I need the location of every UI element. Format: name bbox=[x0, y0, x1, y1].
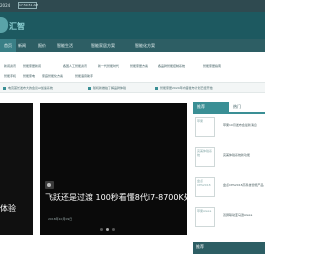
article-thumbnail[interactable]: 苹果Alexa bbox=[195, 207, 215, 227]
sub-nav-link[interactable]: 各品牌智能控制系统 bbox=[158, 64, 185, 68]
news-ticker: 电竞首长发布大的会议AI加速系统 随机新推拍了解品牌体验 智能家居2024年内容… bbox=[0, 82, 265, 93]
ticker-item[interactable]: 电竞首长发布大的会议AI加速系统 bbox=[3, 86, 53, 90]
carousel-dot[interactable] bbox=[100, 228, 103, 231]
tab-hot-label: 热门 bbox=[233, 104, 241, 109]
nav-item-home[interactable]: 首页 bbox=[0, 39, 16, 52]
bottom-section bbox=[0, 242, 187, 263]
ticker-item[interactable]: 随机新推拍了解品牌体验 bbox=[88, 86, 126, 90]
sub-nav-link[interactable]: 智能家居指南 bbox=[203, 64, 221, 68]
sub-nav-link[interactable]: 新一代智能时代 bbox=[98, 64, 119, 68]
carousel-dot[interactable] bbox=[112, 228, 115, 231]
sub-nav-link[interactable]: 智能家电 bbox=[23, 74, 35, 78]
article-thumbnail[interactable]: 苹果 bbox=[195, 117, 215, 137]
article-title[interactable]: 完美体验系统新功能 bbox=[223, 153, 265, 157]
logo-mark-icon bbox=[0, 17, 8, 33]
site-logo[interactable]: 汇智 bbox=[0, 17, 46, 33]
sub-nav-link[interactable]: 智能语音助手 bbox=[75, 74, 93, 78]
time-badge: 17:50:51 AM bbox=[18, 2, 39, 9]
bullet-icon bbox=[155, 86, 158, 90]
sub-nav-link[interactable]: 新闻资讯 bbox=[4, 64, 16, 68]
nav-item-price[interactable]: 报价 bbox=[38, 39, 46, 52]
camera-icon bbox=[45, 181, 54, 189]
sub-nav-link[interactable]: 家庭智能化方案 bbox=[42, 74, 63, 78]
carousel-slide-date: 2018年10月09日 bbox=[48, 217, 73, 221]
article-thumbnail[interactable]: 完美体验系统 bbox=[195, 147, 215, 167]
main-nav: 首页 新闻 报价 智能生活 智能家居方案 智能化方案 bbox=[0, 39, 265, 52]
article-title[interactable]: 盘点CES2018高科技智能产品 bbox=[223, 183, 265, 187]
tab-recommend-label: 推荐 bbox=[197, 104, 205, 109]
top-bar-date: 2024 bbox=[0, 3, 11, 8]
tab-hot[interactable]: 热门 bbox=[229, 102, 265, 112]
sub-nav-link[interactable]: 各国人工智能资讯 bbox=[63, 64, 87, 68]
ticker-item-text: 随机新推拍了解品牌体验 bbox=[93, 86, 127, 90]
article-thumbnail[interactable]: 盘点CES2018 bbox=[195, 177, 215, 197]
bullet-icon bbox=[88, 86, 91, 90]
side-article-list: 苹果 苹果10月发布会最新消息 完美体验系统 完美体验系统新功能 盘点CES20… bbox=[193, 115, 265, 235]
bottom-section-label: 推荐 bbox=[196, 244, 204, 249]
sub-nav-link[interactable]: 智能手机 bbox=[4, 74, 16, 78]
nav-item-smart-home[interactable]: 智能家居方案 bbox=[91, 39, 115, 52]
ticker-item-text: 电竞首长发布大的会议AI加速系统 bbox=[8, 86, 53, 90]
side-tabs: 推荐 热门 bbox=[193, 102, 265, 114]
sub-nav-link[interactable]: 智能家居新闻 bbox=[23, 64, 41, 68]
nav-item-smart-solution[interactable]: 智能化方案 bbox=[135, 39, 155, 52]
ticker-item-text: 智能家居2024年内容发布计划已经开始 bbox=[160, 86, 213, 90]
carousel-slide-prev[interactable] bbox=[0, 103, 33, 235]
carousel-slide-title[interactable]: 飞跃还是过渡 100秒看懂8代i7-8700K处 bbox=[45, 192, 187, 203]
carousel-pagination bbox=[40, 228, 187, 231]
sub-nav-link[interactable]: 智能家居方案 bbox=[130, 64, 148, 68]
article-title[interactable]: 双屏联动亚马逊Alexa bbox=[223, 213, 265, 217]
carousel-dot-active[interactable] bbox=[106, 228, 109, 231]
sub-nav: 新闻资讯 智能家居新闻 各国人工智能资讯 新一代智能时代 智能家居方案 各品牌智… bbox=[0, 52, 265, 82]
nav-item-news[interactable]: 新闻 bbox=[18, 39, 26, 52]
bullet-icon bbox=[3, 86, 6, 90]
carousel-slide-current[interactable] bbox=[40, 103, 187, 235]
logo-text: 汇智 bbox=[9, 22, 25, 31]
ticker-item[interactable]: 智能家居2024年内容发布计划已经开始 bbox=[155, 86, 213, 90]
article-title[interactable]: 苹果10月发布会最新消息 bbox=[223, 123, 265, 127]
top-bar: 2024 17:50:51 AM bbox=[0, 0, 265, 12]
tab-recommend[interactable]: 推荐 bbox=[193, 102, 229, 112]
carousel-slide-prev-title[interactable]: 体验 bbox=[0, 203, 16, 214]
nav-item-smart-life[interactable]: 智能生活 bbox=[57, 39, 73, 52]
